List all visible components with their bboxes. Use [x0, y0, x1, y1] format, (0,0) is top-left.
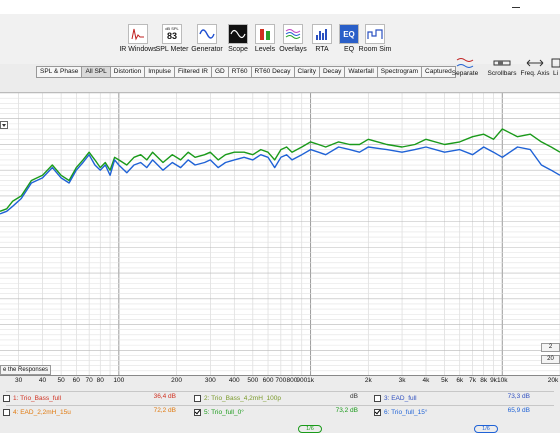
- measurement-3-name: 3: EAD_full: [384, 395, 417, 402]
- x-tick-label: 500: [247, 377, 259, 384]
- measurement-4-checkbox[interactable]: [3, 409, 10, 416]
- measurement-6-smoothing[interactable]: 1/6: [474, 425, 498, 433]
- tab-all-spl[interactable]: All SPL: [81, 66, 111, 78]
- legend-divider: [6, 405, 554, 406]
- freq-axis-icon: [519, 56, 551, 70]
- tab-distortion[interactable]: Distortion: [109, 66, 146, 78]
- measurement-1-level: 36,4 dB: [153, 393, 176, 400]
- spl-meter-icon: dB SPL 83: [162, 24, 182, 44]
- x-tick-label: 60: [72, 377, 80, 384]
- graph-tabs: SPL & Phase All SPL Distortion Impulse F…: [36, 66, 456, 78]
- limits-button[interactable]: Li: [551, 56, 560, 77]
- measurement-4-level: 72,2 dB: [153, 407, 176, 414]
- tab-rt60-decay[interactable]: RT60 Decay: [250, 66, 295, 78]
- x-tick-label: 80: [96, 377, 104, 384]
- tab-waterfall[interactable]: Waterfall: [344, 66, 378, 78]
- ir-windows-icon: [128, 24, 148, 44]
- tab-clarity[interactable]: Clarity: [293, 66, 320, 78]
- spl-plot-area[interactable]: e the Responses 2 20: [0, 92, 560, 376]
- legend-divider: [6, 391, 554, 392]
- x-tick-label: 200: [171, 377, 182, 384]
- zoom-button-20[interactable]: 20: [541, 355, 560, 364]
- x-tick-label: 9k: [490, 377, 497, 384]
- freq-axis-button[interactable]: Freq. Axis: [519, 56, 551, 77]
- tab-spl-phase[interactable]: SPL & Phase: [36, 66, 83, 78]
- collapse-panel-button[interactable]: [0, 121, 8, 129]
- tab-decay[interactable]: Decay: [318, 66, 346, 78]
- tool-label: Room Sim: [358, 46, 392, 53]
- x-tick-label: 30: [14, 377, 23, 384]
- spl-badge-value: 83: [166, 31, 177, 41]
- measurement-5-smoothing[interactable]: 1/6: [298, 425, 322, 433]
- measurement-4-name: 4: EAD_2,2mH_15u: [13, 409, 71, 416]
- x-tick-label: 300: [204, 377, 216, 384]
- measurement-5-name: 5: Trio_full_0°: [204, 409, 244, 416]
- x-tick-label: 600: [262, 377, 274, 384]
- tab-filtered-ir[interactable]: Filtered IR: [174, 66, 212, 78]
- x-tick-label: 40: [38, 377, 47, 384]
- legend-item-6[interactable]: 6: Trio_full_15°: [374, 407, 427, 418]
- measurement-3-checkbox[interactable]: [374, 395, 381, 402]
- generator-icon: [197, 24, 217, 44]
- tab-rt60[interactable]: RT60: [227, 66, 252, 78]
- measurement-2-name: 2: Trio_Bass_4,2mH_100p: [204, 395, 281, 402]
- freq-axis-label: Freq. Axis: [520, 70, 550, 77]
- x-tick-label: 7k: [469, 377, 477, 384]
- x-tick-label: 50: [57, 377, 65, 384]
- x-tick-label: 1k: [307, 377, 314, 384]
- x-tick-label: 8k: [480, 377, 488, 384]
- measurement-legend: 1: Trio_Bass_full 36,4 dB 2: Trio_Bass_4…: [0, 390, 560, 433]
- x-tick-label: 6k: [456, 377, 464, 384]
- tab-gd[interactable]: GD: [210, 66, 229, 78]
- limits-label: Li: [552, 70, 559, 77]
- legend-item-2[interactable]: 2: Trio_Bass_4,2mH_100p: [194, 393, 281, 404]
- measurement-5-level: 73,2 dB: [335, 407, 358, 414]
- measurement-2-checkbox[interactable]: [194, 395, 201, 402]
- minimize-button[interactable]: [502, 0, 530, 14]
- x-tick-label: 20k: [547, 377, 559, 384]
- x-tick-label: 400: [228, 377, 240, 384]
- measurement-6-checkbox[interactable]: [374, 409, 381, 416]
- measurement-1-checkbox[interactable]: [3, 395, 10, 402]
- measurement-5-checkbox[interactable]: [194, 409, 201, 416]
- legend-row-1: 1: Trio_Bass_full 36,4 dB 2: Trio_Bass_4…: [0, 393, 560, 404]
- x-tick-label: 10k: [497, 377, 508, 384]
- legend-item-5[interactable]: 5: Trio_full_0°: [194, 407, 244, 418]
- x-tick-label: 3k: [398, 377, 406, 384]
- x-tick-label: 5k: [441, 377, 448, 384]
- legend-item-4[interactable]: 4: EAD_2,2mH_15u: [3, 407, 71, 418]
- close-button[interactable]: [532, 0, 560, 14]
- measurement-6-name: 6: Trio_full_15°: [384, 409, 428, 416]
- scrollbars-icon: [487, 56, 517, 70]
- x-tick-label: 100: [113, 377, 125, 384]
- x-tick-label: 900: [296, 377, 308, 384]
- separate-label: Separate: [451, 70, 479, 77]
- tab-spectrogram[interactable]: Spectrogram: [376, 66, 423, 78]
- separate-icon: [450, 56, 480, 70]
- room-sim-button[interactable]: Room Sim: [353, 24, 397, 53]
- window-titlebar: [0, 0, 560, 14]
- separate-button[interactable]: Separate: [450, 56, 480, 77]
- tab-impulse[interactable]: Impulse: [144, 66, 175, 78]
- limit-responses-button[interactable]: e the Responses: [0, 365, 52, 375]
- legend-item-1[interactable]: 1: Trio_Bass_full: [3, 393, 61, 404]
- room-sim-icon: [365, 24, 385, 44]
- x-tick-label: 4k: [422, 377, 430, 384]
- frequency-axis: 30 40 50 60 70 80 100 200 300 400 500 600 700 800 900 1…: [0, 375, 560, 387]
- measurement-6-level: 65,9 dB: [507, 407, 530, 414]
- limits-icon: [551, 56, 560, 70]
- x-tick-label: 700: [275, 377, 287, 384]
- x-tick-label: 70: [85, 377, 93, 384]
- scrollbars-label: Scrollbars: [487, 70, 517, 77]
- x-tick-label: 2k: [364, 377, 372, 384]
- zoom-button-2[interactable]: 2: [541, 343, 560, 352]
- scrollbars-button[interactable]: Scrollbars: [487, 56, 517, 77]
- spl-chart[interactable]: [0, 93, 560, 376]
- measurement-1-name: 1: Trio_Bass_full: [13, 395, 62, 402]
- measurement-2-level: dB: [350, 393, 358, 400]
- legend-row-2: 4: EAD_2,2mH_15u 72,2 dB 5: Trio_full_0°…: [0, 407, 560, 433]
- legend-item-3[interactable]: 3: EAD_full: [374, 393, 417, 404]
- measurement-3-level: 73,3 dB: [507, 393, 530, 400]
